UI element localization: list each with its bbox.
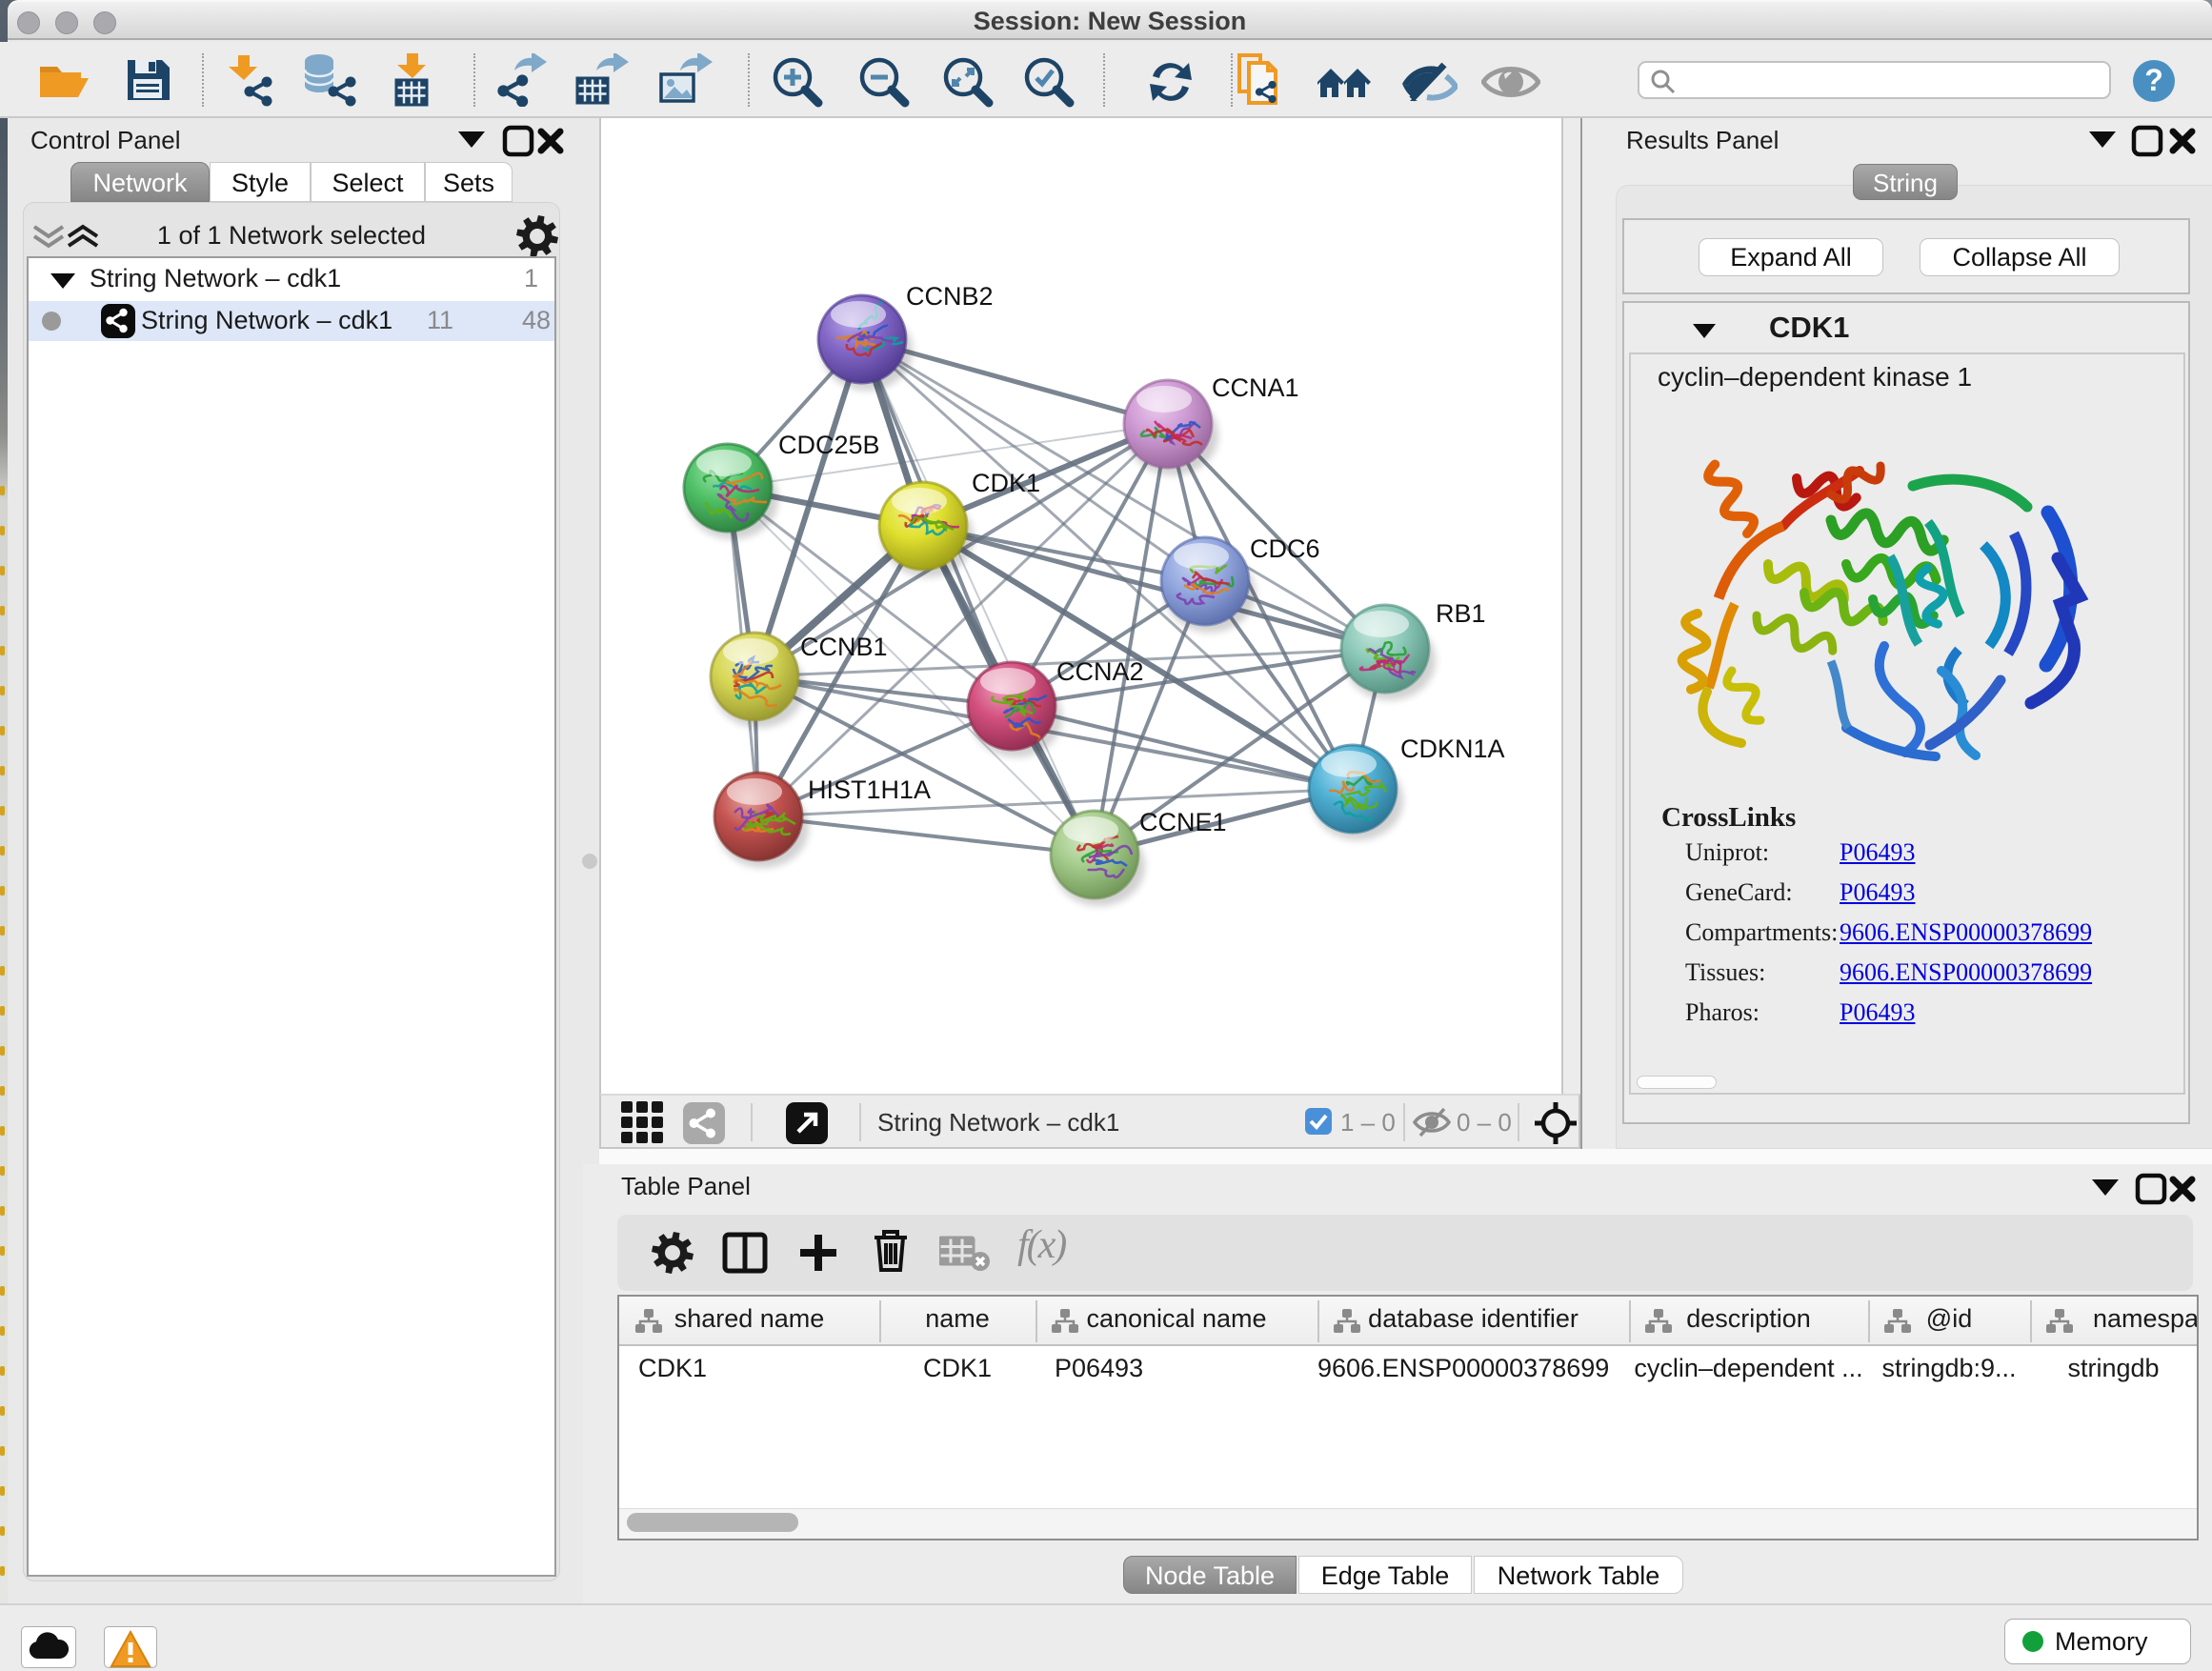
svg-text:HIST1H1A: HIST1H1A <box>808 775 931 804</box>
svg-text:CCNB1: CCNB1 <box>800 633 888 661</box>
svg-text:CCNA1: CCNA1 <box>1212 373 1299 402</box>
svg-text:CDC6: CDC6 <box>1250 534 1320 563</box>
svg-text:CCNA2: CCNA2 <box>1056 657 1144 686</box>
svg-text:CCNB2: CCNB2 <box>906 282 994 311</box>
svg-text:CDC25B: CDC25B <box>778 431 880 459</box>
svg-text:CDKN1A: CDKN1A <box>1400 735 1505 763</box>
svg-text:CCNE1: CCNE1 <box>1139 808 1227 836</box>
svg-text:?: ? <box>2144 63 2163 97</box>
svg-text:CDK1: CDK1 <box>972 469 1040 497</box>
svg-text:RB1: RB1 <box>1436 599 1486 628</box>
